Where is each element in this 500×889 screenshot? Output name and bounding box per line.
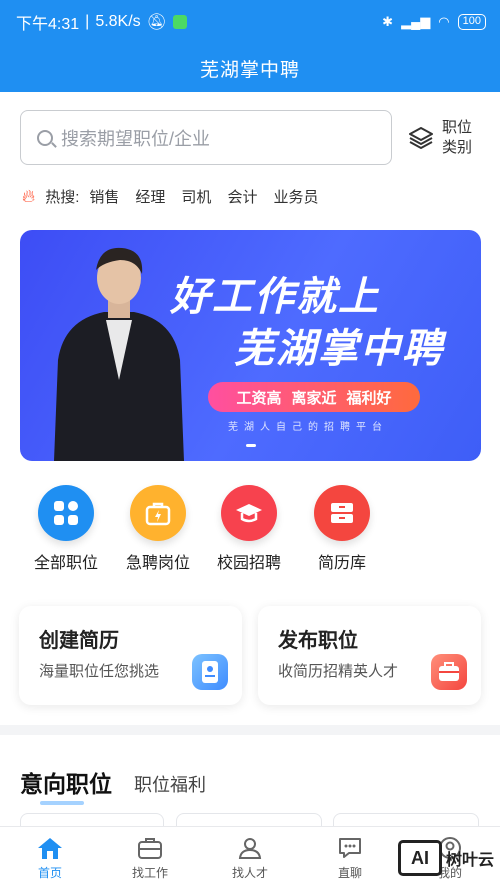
watermark-text: 树叶云 (446, 852, 495, 869)
tab-intended-jobs[interactable]: 意向职位 (20, 765, 112, 805)
title-bar: 芜湖掌中聘 (0, 44, 500, 92)
banner-benefit: 离家近 (291, 389, 337, 407)
banner-headline-1: 好工作就上 (170, 275, 380, 319)
watermark: AI 树叶云 (398, 840, 494, 876)
bluetooth-icon: ✱ (382, 14, 394, 29)
post-job-card[interactable]: 发布职位 收简历招精英人才 (258, 606, 481, 705)
nav-label: 直聊 (337, 865, 362, 880)
job-category-line1: 职位 (442, 119, 473, 136)
nav-find-jobs[interactable]: 找工作 (100, 827, 200, 889)
main-content: 搜索期望职位/企业 职位 类别 🔥︎ 热搜: 销售 经理 司机 会计 业务员 好… (0, 92, 500, 725)
job-category-line2: 类别 (442, 139, 473, 156)
quick-campus-jobs[interactable]: 校园招聘 (204, 485, 294, 573)
watermark-logo: AI (398, 840, 442, 876)
banner-benefit: 工资高 (236, 389, 282, 407)
graduation-cap-icon (221, 485, 277, 541)
signal-icon: ▂▄▆ (401, 14, 431, 29)
briefcase-icon (138, 837, 162, 859)
person-icon (238, 837, 262, 859)
card-subtitle: 海量职位任您挑选 (39, 663, 160, 680)
create-resume-card[interactable]: 创建简历 海量职位任您挑选 (19, 606, 242, 705)
search-icon (37, 129, 53, 146)
card-title: 创建简历 (39, 630, 119, 652)
home-icon (38, 837, 62, 859)
shield-icon (172, 15, 187, 29)
briefcase-icon (431, 654, 467, 690)
chat-icon (339, 837, 361, 858)
grid-icon (38, 485, 94, 541)
fire-icon: 🔥︎ (22, 186, 36, 206)
quick-label: 急聘岗位 (125, 555, 190, 572)
nav-label: 找人才 (231, 865, 268, 880)
quick-label: 全部职位 (33, 555, 98, 572)
quick-resume-library[interactable]: 简历库 (297, 485, 387, 573)
hot-tag[interactable]: 销售 (89, 186, 119, 207)
job-category-button[interactable]: 职位 类别 (408, 118, 488, 158)
card-subtitle: 收简历招精英人才 (278, 663, 399, 680)
hot-search: 🔥︎ 热搜: 销售 经理 司机 会计 业务员 (22, 186, 324, 207)
nav-chat[interactable]: 直聊 (300, 827, 400, 889)
nav-label: 首页 (37, 865, 62, 880)
job-category-label: 职位 类别 (442, 118, 472, 158)
drawer-icon (314, 485, 370, 541)
quick-label: 简历库 (317, 555, 366, 572)
banner-benefits-pill: 工资高 离家近 福利好 (208, 382, 420, 412)
mute-bell-icon: 🔕︎ (146, 14, 167, 31)
nav-home[interactable]: 首页 (0, 827, 100, 889)
quick-label: 校园招聘 (216, 555, 281, 572)
tab-job-benefits[interactable]: 职位福利 (134, 771, 206, 799)
nav-find-talent[interactable]: 找人才 (200, 827, 300, 889)
status-time: 下午4:31 (16, 16, 80, 33)
banner-tagline: 芜湖人自己的招聘平台 (228, 422, 388, 433)
search-placeholder: 搜索期望职位/企业 (61, 128, 211, 149)
status-divider: | (85, 13, 90, 30)
banner-benefit: 福利好 (346, 389, 392, 407)
search-input[interactable]: 搜索期望职位/企业 (20, 110, 392, 165)
hot-tag[interactable]: 经理 (135, 186, 165, 207)
status-bar: 下午4:31 | 5.8K/s 🔕︎ ✱ ▂▄▆ ◠ 100 (0, 0, 500, 44)
quick-all-jobs[interactable]: 全部职位 (21, 485, 111, 573)
status-speed: 5.8K/s (95, 13, 141, 30)
section-tabs: 意向职位 职位福利 (20, 765, 206, 805)
urgent-bag-icon (130, 485, 186, 541)
banner-headline-2: 芜湖掌中聘 (234, 327, 444, 371)
promo-banner[interactable]: 好工作就上 芜湖掌中聘 工资高 离家近 福利好 芜湖人自己的招聘平台 (20, 230, 481, 461)
app-title: 芜湖掌中聘 (199, 59, 300, 81)
hot-search-label: 热搜: (45, 189, 80, 206)
status-right: ✱ ▂▄▆ ◠ 100 (382, 14, 486, 30)
carousel-indicator (246, 444, 256, 447)
hot-tag[interactable]: 会计 (227, 186, 257, 207)
status-left: 下午4:31 | 5.8K/s 🔕︎ (16, 10, 187, 34)
layers-icon (409, 127, 433, 149)
hot-tag[interactable]: 业务员 (273, 186, 318, 207)
hot-tag[interactable]: 司机 (181, 186, 211, 207)
wifi-icon: ◠ (438, 14, 450, 29)
nav-label: 找工作 (131, 865, 168, 880)
resume-icon (192, 654, 228, 690)
quick-urgent-jobs[interactable]: 急聘岗位 (113, 485, 203, 573)
battery-icon: 100 (457, 14, 486, 30)
card-title: 发布职位 (278, 630, 358, 652)
